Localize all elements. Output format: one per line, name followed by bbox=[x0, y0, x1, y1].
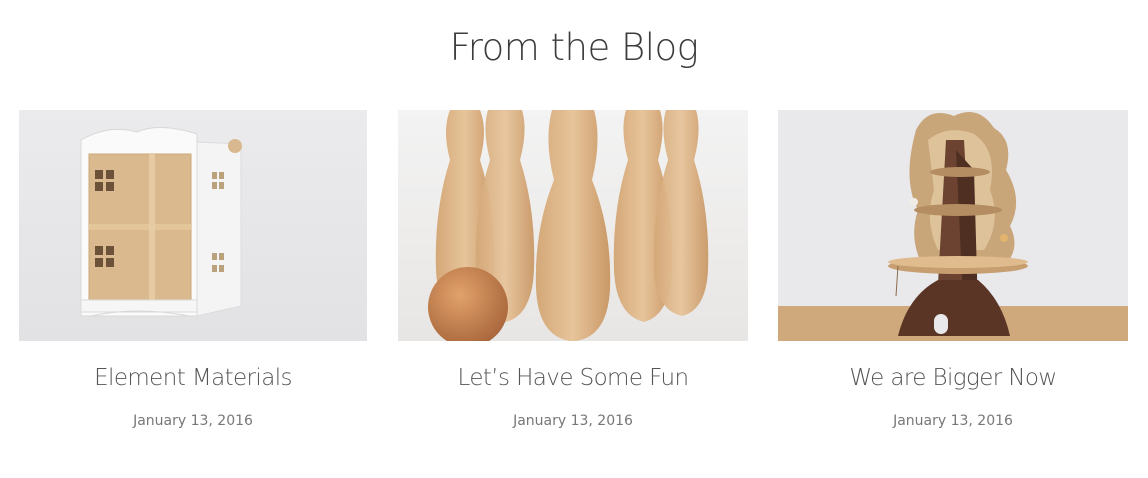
post-date: January 13, 2016 bbox=[513, 413, 633, 429]
post-image-tree-house[interactable] bbox=[778, 110, 1128, 341]
blog-post-card: We are Bigger Now January 13, 2016 bbox=[778, 110, 1128, 429]
post-image-dollhouse[interactable] bbox=[19, 110, 367, 341]
blog-post-card: Let’s Have Some Fun January 13, 2016 bbox=[398, 110, 748, 429]
post-date: January 13, 2016 bbox=[133, 413, 253, 429]
blog-post-card: Element Materials January 13, 2016 bbox=[19, 110, 367, 429]
post-title[interactable]: Element Materials bbox=[19, 365, 367, 391]
section-title: From the Blog bbox=[449, 26, 699, 69]
post-title[interactable]: We are Bigger Now bbox=[778, 365, 1128, 391]
post-title[interactable]: Let’s Have Some Fun bbox=[398, 365, 748, 391]
post-image-bowling-pins[interactable] bbox=[398, 110, 748, 341]
post-date: January 13, 2016 bbox=[893, 413, 1013, 429]
